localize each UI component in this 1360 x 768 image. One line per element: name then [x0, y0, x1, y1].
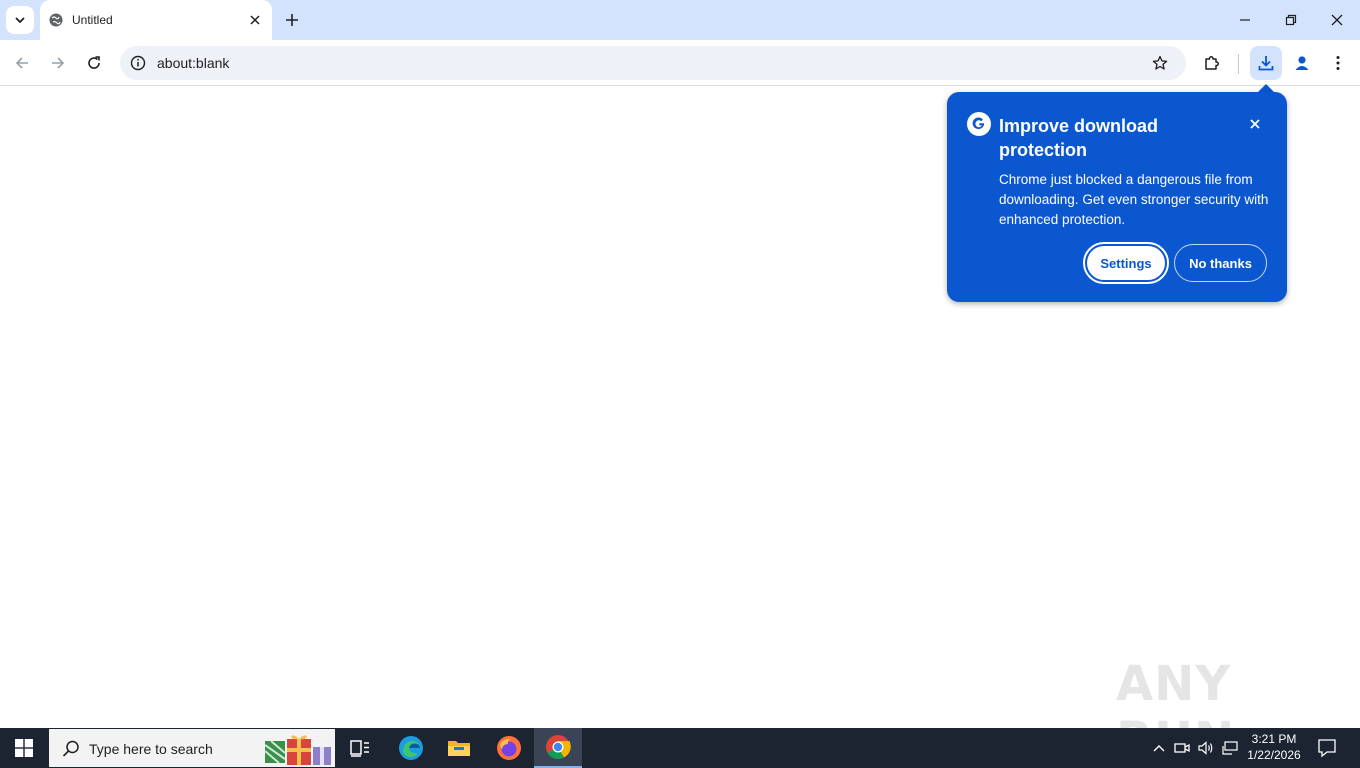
download-icon — [1258, 56, 1274, 71]
address-text: about:blank — [157, 55, 230, 71]
chrome-icon — [546, 735, 571, 760]
download-protection-bubble: Improve download protection Chrome just … — [947, 92, 1287, 302]
bubble-close-button[interactable] — [1245, 114, 1265, 134]
toolbar: about:blank — [0, 40, 1360, 86]
task-view-icon — [350, 740, 369, 757]
downloads-button[interactable] — [1250, 46, 1282, 80]
task-view-button[interactable] — [336, 728, 384, 768]
volume-button[interactable] — [1196, 738, 1216, 758]
restore-button[interactable] — [1268, 0, 1314, 40]
no-thanks-button[interactable]: No thanks — [1174, 244, 1267, 282]
plus-icon — [286, 14, 298, 26]
network-icon — [1222, 741, 1238, 755]
clock-date: 1/22/2026 — [1247, 748, 1301, 762]
file-explorer-taskbar-button[interactable] — [435, 728, 483, 768]
tab-close-button[interactable] — [246, 11, 264, 29]
start-button[interactable] — [0, 728, 48, 768]
reload-button[interactable] — [80, 49, 108, 77]
toolbar-separator — [1238, 54, 1239, 74]
minimize-button[interactable] — [1222, 0, 1268, 40]
more-vertical-icon — [1336, 56, 1340, 70]
close-icon — [1250, 119, 1260, 129]
edge-taskbar-button[interactable] — [387, 728, 435, 768]
info-icon — [130, 55, 146, 71]
taskbar-search[interactable]: Type here to search — [48, 728, 336, 768]
show-hidden-icons-button[interactable] — [1149, 738, 1169, 758]
settings-button[interactable]: Settings — [1083, 242, 1169, 284]
arrow-right-icon — [52, 57, 65, 69]
address-bar[interactable]: about:blank — [120, 46, 1186, 80]
site-info-button[interactable] — [128, 53, 148, 73]
back-button[interactable] — [8, 49, 36, 77]
puzzle-icon — [1205, 56, 1219, 70]
menu-button[interactable] — [1324, 49, 1352, 77]
bubble-title: Improve download protection — [999, 116, 1159, 160]
new-tab-button[interactable] — [281, 9, 303, 31]
chevron-up-icon — [1153, 745, 1165, 752]
tab-strip: Untitled — [0, 0, 1360, 40]
close-icon — [1331, 14, 1343, 26]
search-icon — [62, 740, 79, 757]
close-icon — [250, 15, 260, 25]
gift-icon — [264, 735, 331, 765]
network-button[interactable] — [1220, 738, 1240, 758]
bookmark-button[interactable] — [1150, 53, 1170, 73]
bubble-body: Chrome just blocked a dangerous file fro… — [999, 172, 1269, 227]
notification-icon[interactable] — [1316, 738, 1338, 758]
chevron-down-icon — [15, 17, 25, 24]
person-icon — [1295, 56, 1309, 70]
search-placeholder: Type here to search — [89, 741, 213, 757]
firefox-icon — [497, 736, 521, 760]
arrow-left-icon — [15, 57, 28, 69]
extensions-button[interactable] — [1198, 49, 1226, 77]
clock-time: 3:21 PM — [1251, 732, 1297, 746]
forward-button[interactable] — [44, 49, 72, 77]
tab-title: Untitled — [72, 13, 113, 27]
meet-now-button[interactable] — [1172, 738, 1192, 758]
tab-untitled[interactable]: Untitled — [40, 0, 272, 40]
profile-button[interactable] — [1288, 49, 1316, 77]
google-g-icon — [967, 112, 991, 136]
settings-button-label: Settings — [1087, 246, 1165, 280]
firefox-taskbar-button[interactable] — [485, 728, 533, 768]
minimize-icon — [1240, 19, 1250, 21]
taskbar: Type here to search 3:21 PM 1/22/2026 — [0, 728, 1360, 768]
windows-icon — [15, 739, 33, 757]
edge-icon — [399, 736, 423, 760]
globe-icon — [49, 13, 63, 27]
camera-icon — [1174, 743, 1190, 753]
folder-icon — [448, 741, 470, 756]
tab-search-button[interactable] — [6, 6, 34, 34]
speaker-icon — [1198, 741, 1213, 755]
reload-icon — [88, 56, 100, 69]
chrome-taskbar-button[interactable] — [534, 728, 582, 768]
restore-icon — [1285, 14, 1297, 26]
screen: Untitled about:blank Improve download pr… — [0, 0, 1360, 768]
clock[interactable]: 3:21 PM 1/22/2026 — [1240, 731, 1308, 763]
close-window-button[interactable] — [1314, 0, 1360, 40]
star-icon — [1152, 55, 1168, 70]
